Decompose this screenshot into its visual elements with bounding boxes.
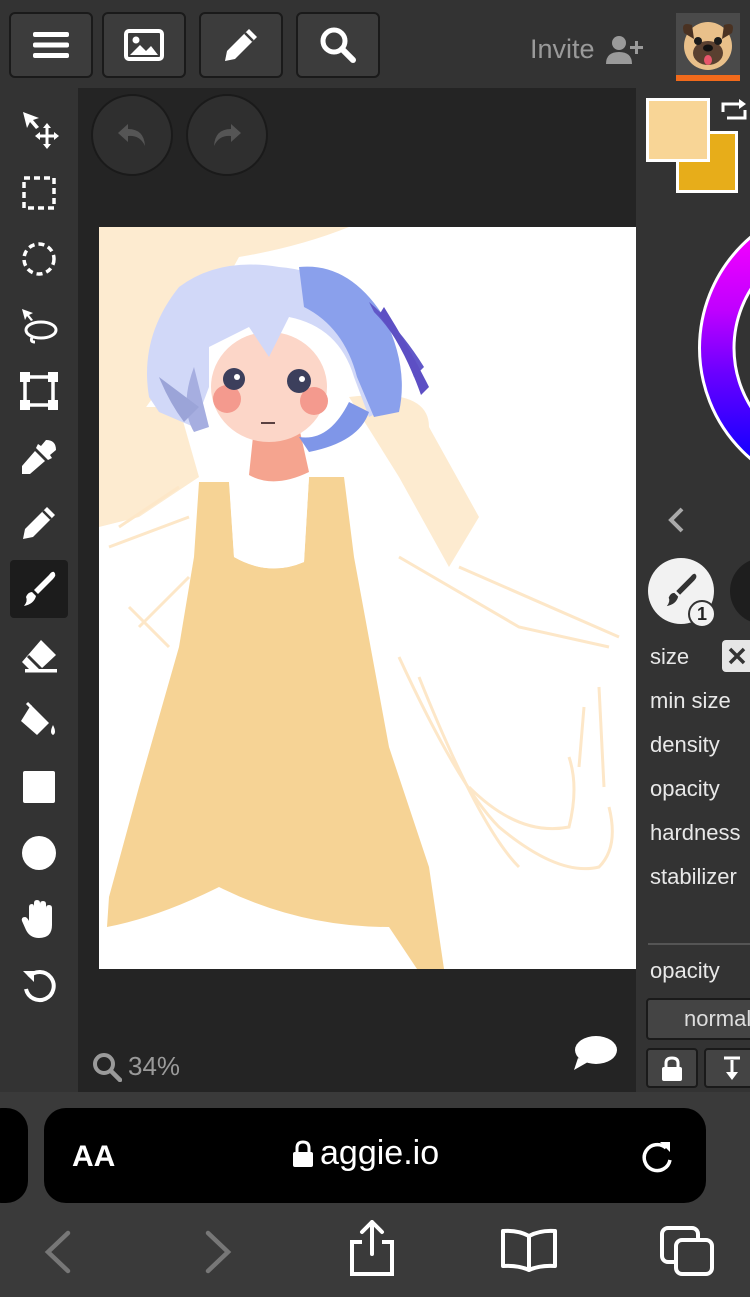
layer-merge-button[interactable] <box>704 1048 750 1088</box>
user-avatar[interactable] <box>676 13 740 81</box>
search-icon <box>320 27 356 63</box>
hand-icon <box>21 900 52 938</box>
undo-button[interactable] <box>91 94 173 176</box>
stabilizer-label: stabilizer <box>650 864 737 889</box>
bookmarks-icon[interactable] <box>500 1228 558 1272</box>
paint-bucket-icon <box>21 701 55 735</box>
address-bar[interactable]: AA aggie.io <box>44 1108 706 1203</box>
panel-divider <box>648 943 750 945</box>
pug-avatar-icon <box>683 22 733 70</box>
brush-preset-button[interactable]: 1 <box>648 558 716 628</box>
primary-color-swatch[interactable] <box>646 98 710 162</box>
invite-label: Invite <box>530 34 595 64</box>
lasso-tool[interactable] <box>10 296 68 354</box>
add-user-icon <box>605 35 643 64</box>
merge-down-icon <box>724 1056 740 1080</box>
pencil-icon <box>225 29 257 61</box>
previous-tab-pill[interactable] <box>0 1108 28 1203</box>
image-button[interactable] <box>102 12 186 78</box>
density-label: density <box>650 732 720 757</box>
layer-opacity-label: opacity <box>650 958 720 983</box>
rotate-tool[interactable] <box>10 956 68 1014</box>
square-icon <box>23 771 55 803</box>
redo-button[interactable] <box>186 94 268 176</box>
eyedropper-tool[interactable] <box>10 428 68 486</box>
collapse-chevron-icon[interactable] <box>666 506 686 534</box>
size-label: size <box>650 644 690 669</box>
browser-chrome: AA aggie.io <box>0 1092 750 1297</box>
blend-mode-select[interactable]: normal <box>646 998 750 1040</box>
hand-tool[interactable] <box>10 890 68 948</box>
pencil-tool[interactable] <box>10 494 68 552</box>
menu-button[interactable] <box>9 12 93 78</box>
url-text: aggie.io <box>320 1134 440 1172</box>
zoom-level: 34% <box>128 1051 181 1081</box>
circle-icon <box>22 836 56 870</box>
close-icon <box>728 647 746 665</box>
next-brush-button[interactable] <box>730 558 750 624</box>
fill-tool[interactable] <box>10 692 68 750</box>
move-tool[interactable] <box>10 100 68 158</box>
zoom-indicator[interactable]: 34% <box>92 1051 180 1082</box>
brush-tool[interactable] <box>10 560 68 618</box>
zoom-search-icon <box>93 1052 122 1082</box>
hardness-label: hardness <box>650 820 741 845</box>
eyedropper-icon <box>22 440 56 474</box>
lock-icon <box>662 1056 682 1081</box>
pencil-icon <box>23 507 55 539</box>
menu-icon <box>33 32 69 58</box>
text-size-label: AA <box>72 1140 116 1173</box>
dashed-circle-icon <box>22 242 56 276</box>
forward-icon[interactable] <box>204 1230 234 1274</box>
min-size-label: min size <box>650 688 731 713</box>
invite-button[interactable]: Invite <box>530 34 643 65</box>
layer-lock-button[interactable] <box>646 1048 698 1088</box>
tool-sidebar <box>0 92 78 1092</box>
dashed-square-icon <box>22 176 56 210</box>
ellipse-tool[interactable] <box>10 824 68 882</box>
size-reset-button[interactable] <box>722 640 750 672</box>
blend-mode-value: normal <box>684 1006 750 1031</box>
opacity-label: opacity <box>650 776 720 801</box>
ellipse-select-tool[interactable] <box>10 230 68 288</box>
right-panel: 1 size min size density opacity hardness… <box>636 88 750 1092</box>
transform-tool[interactable] <box>10 362 68 420</box>
rotate-icon <box>23 970 56 1003</box>
drawing-canvas[interactable] <box>99 227 636 969</box>
edit-button[interactable] <box>199 12 283 78</box>
chat-button[interactable] <box>572 1034 618 1077</box>
chat-bubble-icon <box>574 1036 617 1070</box>
move-arrow-icon <box>23 112 59 149</box>
transform-icon <box>20 372 58 410</box>
top-toolbar: Invite <box>0 0 750 88</box>
eraser-icon <box>22 640 57 673</box>
canvas-viewport[interactable]: 34% <box>78 88 636 1092</box>
search-button[interactable] <box>296 12 380 78</box>
undo-icon <box>118 124 145 146</box>
redo-icon <box>214 124 241 146</box>
back-icon[interactable] <box>42 1230 72 1274</box>
tabs-icon[interactable] <box>660 1226 714 1276</box>
url-display: aggie.io <box>292 1134 439 1173</box>
lock-icon <box>293 1139 313 1167</box>
rectangle-tool[interactable] <box>10 758 68 816</box>
brush-number-badge: 1 <box>688 600 716 628</box>
share-icon[interactable] <box>348 1220 396 1276</box>
rect-select-tool[interactable] <box>10 164 68 222</box>
image-icon <box>124 29 164 61</box>
text-size-button[interactable]: AA <box>72 1140 115 1174</box>
eraser-tool[interactable] <box>10 626 68 684</box>
lasso-icon <box>22 309 58 344</box>
swap-colors-icon[interactable] <box>719 98 749 124</box>
brush-icon <box>24 571 56 606</box>
artwork <box>99 227 620 969</box>
color-wheel[interactable] <box>690 198 750 498</box>
reload-icon[interactable] <box>640 1138 674 1174</box>
